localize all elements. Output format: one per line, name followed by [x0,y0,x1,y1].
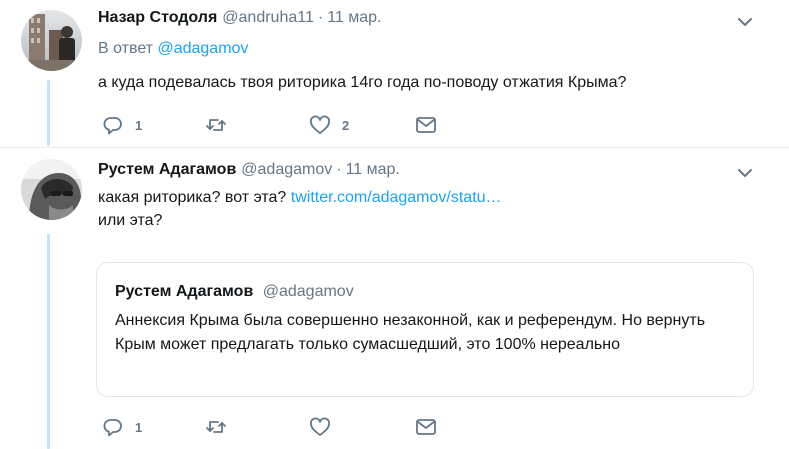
reply-button[interactable]: 1 [102,114,142,136]
author-name[interactable]: Рустем Адагамов [98,161,236,179]
quoted-tweet-header: Рустем Адагамов @adagamov [115,283,354,301]
reply-button[interactable]: 1 [102,416,142,438]
direct-message-icon [416,419,436,435]
like-icon [310,115,330,134]
reply-prefix: В ответ [98,40,154,57]
separator-dot: · [336,161,342,178]
avatar[interactable] [21,159,82,220]
reply-icon [103,419,122,437]
reply-count: 1 [135,419,143,435]
author-handle[interactable]: @andruha11 [222,9,314,27]
tweet-date[interactable]: 11 мар. [346,161,400,179]
tweet-text-line: или эта? [98,212,163,229]
author-handle[interactable]: @adagamov [241,161,332,179]
tweet-text: а куда подевалась твоя риторика 14го год… [98,74,627,91]
like-count: 2 [342,117,350,133]
quoted-author-name: Рустем Адагамов [115,283,254,300]
chevron-down-icon[interactable] [736,164,754,182]
quoted-tweet[interactable]: Рустем Адагамов @adagamov Аннексия Крыма… [96,262,754,397]
retweet-button[interactable] [205,416,238,438]
tweet-header: Назар Стодоля @andruha11 · 11 мар. [98,9,381,27]
tweet-text: какая риторика? вот эта? twitter.com/ada… [98,186,502,232]
direct-message-icon [416,117,436,133]
tweet-date[interactable]: 11 мар. [327,9,381,27]
conversation-thread: Назар Стодоля @andruha11 · 11 мар. В отв… [0,0,789,449]
direct-message-button[interactable] [415,114,437,136]
chevron-down-icon[interactable] [736,13,754,31]
retweet-icon [206,119,226,131]
quoted-tweet-text: Аннексия Крыма была совершенно незаконно… [115,312,706,353]
avatar[interactable] [21,10,82,71]
like-button[interactable] [309,416,342,438]
tweet-link[interactable]: twitter.com/adagamov/statu… [291,189,502,206]
author-name[interactable]: Назар Стодоля [98,9,217,27]
tweet[interactable]: Назар Стодоля @andruha11 · 11 мар. В отв… [0,0,789,147]
reply-to-link[interactable]: @adagamov [157,40,248,57]
retweet-button[interactable] [205,114,238,136]
tweet-header: Рустем Адагамов @adagamov · 11 мар. [98,161,400,179]
retweet-icon [206,421,226,433]
like-button[interactable]: 2 [309,114,349,136]
quoted-author-handle: @adagamov [262,283,354,300]
separator-dot: · [317,9,324,26]
reply-count: 1 [135,117,143,133]
reply-context: В ответ @adagamov [98,40,248,58]
like-icon [310,417,330,436]
tweet-text-line: какая риторика? вот эта? [98,189,287,206]
direct-message-button[interactable] [415,416,437,438]
reply-icon [103,117,122,135]
